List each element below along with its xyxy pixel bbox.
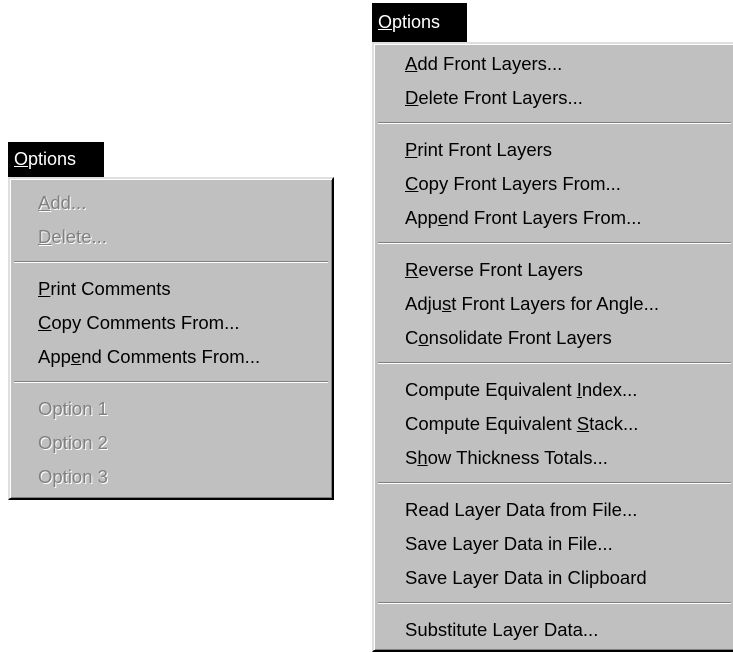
- options-menu-left: Options Add... Delete... Print Comments Cop…: [8, 142, 334, 500]
- mnemonic-letter: D: [38, 226, 52, 247]
- options-menu-title[interactable]: Options: [8, 142, 104, 177]
- menu-item-read-layer-data-from-file[interactable]: Read Layer Data from File...: [377, 493, 732, 527]
- menu-item-append-comments-from[interactable]: Append Comments From...: [13, 340, 329, 374]
- menu-item-consolidate-front-layers[interactable]: Consolidate Front Layers: [377, 321, 732, 355]
- menu-item-save-layer-data-in-file[interactable]: Save Layer Data in File...: [377, 527, 732, 561]
- menu-item-print-comments[interactable]: Print Comments: [13, 272, 329, 306]
- menu-separator: [377, 475, 732, 493]
- menu-item-reverse-front-layers[interactable]: Reverse Front Layers: [377, 253, 732, 287]
- mnemonic-letter: h: [417, 447, 428, 468]
- menu-item-add: Add...: [38, 192, 87, 213]
- menu-item-compute-equivalent-stack[interactable]: Compute Equivalent Stack...: [377, 407, 732, 441]
- menu-item-add-front-layers[interactable]: Add Front Layers...: [377, 47, 732, 81]
- menu-item-option-2: Option 2: [38, 432, 108, 453]
- mnemonic-letter: A: [405, 53, 418, 74]
- options-dropdown-panel: Add... Delete... Print Comments Copy Commen…: [8, 177, 334, 500]
- menu-separator: [377, 235, 732, 253]
- mnemonic-letter: A: [38, 192, 51, 213]
- mnemonic-letter: C: [38, 312, 52, 333]
- options-dropdown-panel: Add Front Layers... Delete Front Layers..…: [372, 42, 733, 652]
- mnemonic-letter: o: [418, 327, 429, 348]
- menu-separator: [13, 374, 329, 392]
- mnemonic-letter: I: [576, 379, 582, 400]
- menu-item-append-front-layers-from[interactable]: Append Front Layers From...: [377, 201, 732, 235]
- mnemonic-letter: R: [405, 259, 419, 280]
- menu-item-save-layer-data-in-clipboard[interactable]: Save Layer Data in Clipboard: [377, 561, 732, 595]
- menu-item-print-front-layers[interactable]: Print Front Layers: [377, 133, 732, 167]
- menu-separator: [13, 254, 329, 272]
- menu-item-compute-equivalent-index[interactable]: Compute Equivalent Index...: [377, 373, 732, 407]
- menu-item-delete: Delete...: [38, 226, 107, 247]
- options-menu-right: Options Add Front Layers... Delete Front …: [372, 3, 733, 652]
- mnemonic-letter: C: [405, 173, 419, 194]
- mnemonic-letter: D: [405, 87, 419, 108]
- mnemonic-letter: S: [576, 413, 590, 434]
- mnemonic-letter: O: [378, 12, 393, 32]
- menu-item-copy-front-layers-from[interactable]: Copy Front Layers From...: [377, 167, 732, 201]
- menu-item-delete-front-layers[interactable]: Delete Front Layers...: [377, 81, 732, 115]
- mnemonic-letter: P: [405, 139, 418, 160]
- menu-item-adjust-front-layers-for-angle[interactable]: Adjust Front Layers for Angle...: [377, 287, 732, 321]
- menu-item-option-1: Option 1: [38, 398, 108, 419]
- menu-separator: [377, 355, 732, 373]
- mnemonic-letter: e: [70, 346, 82, 367]
- menu-item-substitute-layer-data[interactable]: Substitute Layer Data...: [377, 613, 732, 647]
- mnemonic-letter: e: [437, 207, 449, 228]
- menu-item-option-3: Option 3: [38, 466, 108, 487]
- mnemonic-letter: P: [38, 278, 51, 299]
- mnemonic-letter: s: [442, 293, 452, 314]
- menu-item-show-thickness-totals[interactable]: Show Thickness Totals...: [377, 441, 732, 475]
- mnemonic-letter: O: [14, 149, 29, 169]
- menu-separator: [377, 595, 732, 613]
- options-menu-title[interactable]: Options: [372, 3, 467, 42]
- menu-separator: [377, 115, 732, 133]
- menu-item-copy-comments-from[interactable]: Copy Comments From...: [13, 306, 329, 340]
